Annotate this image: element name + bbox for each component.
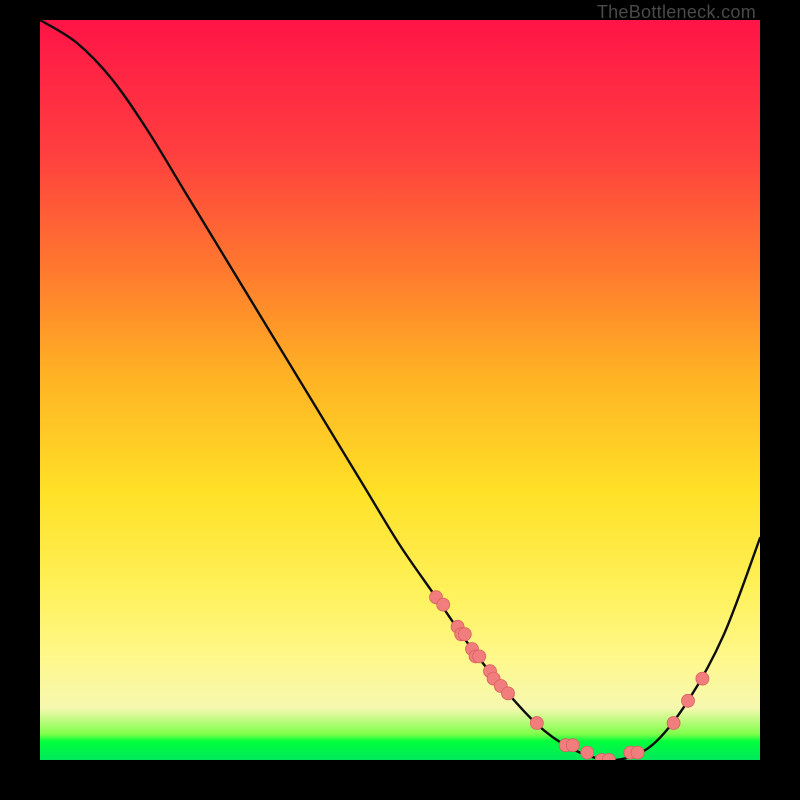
chart-title <box>0 0 1 1</box>
curve-data-dots <box>430 591 709 760</box>
chart-overlay-svg <box>40 20 760 760</box>
chart-xlabel <box>0 0 1 1</box>
curve-dot <box>437 598 450 611</box>
curve-dot <box>458 628 471 641</box>
curve-dot <box>682 694 695 707</box>
curve-dot <box>502 687 515 700</box>
curve-dot <box>667 717 680 730</box>
curve-dot <box>566 739 579 752</box>
series-name: bottleneck-curve <box>0 0 1 1</box>
plot-area <box>40 20 760 760</box>
curve-dot <box>473 650 486 663</box>
curve-dot <box>530 717 543 730</box>
curve-dot <box>581 746 594 759</box>
chart-canvas: TheBottleneck.com bottleneck-curve <box>0 0 800 800</box>
curve-dot <box>696 672 709 685</box>
chart-ylabel <box>0 0 1 1</box>
curve-dot <box>631 746 644 759</box>
bottleneck-curve <box>40 20 760 760</box>
